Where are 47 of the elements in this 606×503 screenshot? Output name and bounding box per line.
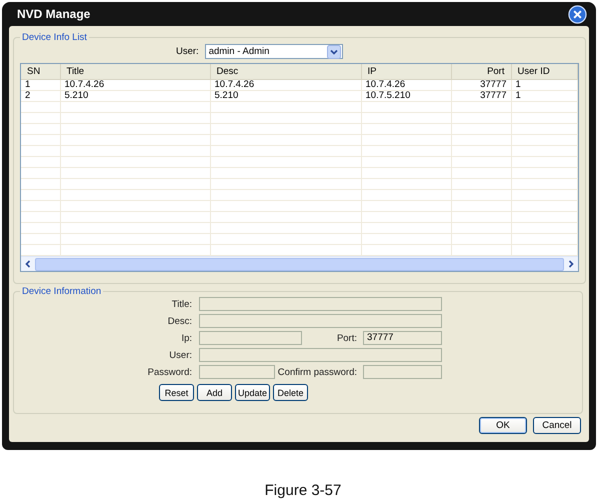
column-header[interactable]: IP (361, 64, 451, 80)
close-icon[interactable] (568, 4, 587, 24)
dialog-button[interactable]: OK (479, 417, 527, 434)
scrollbar-thumb[interactable] (35, 258, 564, 270)
form-button[interactable]: Reset (159, 384, 194, 401)
table-cell: 10.7.5.210 (361, 90, 451, 102)
figure-caption: Figure 3-57 (264, 482, 342, 499)
table-cell: 1 (511, 90, 578, 102)
table-cell: 2 (21, 90, 60, 102)
table-cell: 10.7.4.26 (60, 80, 210, 90)
table-cell: 1 (511, 80, 578, 90)
ip-field[interactable] (199, 331, 302, 345)
column-header[interactable]: SN (21, 64, 60, 80)
form-button[interactable]: Delete (273, 384, 308, 401)
port-label: Port: (336, 332, 358, 344)
table-cell: 5.210 (210, 90, 361, 102)
user-label: User: (176, 46, 199, 57)
table-cell: 1 (21, 80, 60, 90)
dialog-button[interactable]: Cancel (533, 417, 581, 434)
desc-label: Desc: (166, 316, 193, 326)
port-field[interactable]: 37777 (363, 331, 442, 345)
table-cell: 10.7.4.26 (361, 80, 451, 90)
title-label: Title: (170, 298, 193, 310)
table-cell: 10.7.4.26 (210, 80, 361, 90)
column-header[interactable]: Desc (210, 64, 361, 80)
table-cell: 5.210 (60, 90, 210, 102)
desc-field[interactable] (199, 314, 442, 328)
password-label: Password: (146, 366, 193, 378)
form-button[interactable]: Update (235, 384, 270, 401)
group-legend: Device Information (20, 286, 104, 297)
form-button[interactable]: Add (197, 384, 232, 401)
window-title: NVD Manage (17, 7, 90, 21)
horizontal-scrollbar[interactable] (21, 256, 578, 271)
table-cell: 37777 (451, 90, 511, 102)
column-header[interactable]: User ID (511, 64, 578, 80)
user-field[interactable] (199, 348, 442, 362)
user-dropdown[interactable]: admin - Admin (204, 44, 343, 59)
column-header[interactable]: Title (60, 64, 210, 80)
confirm-password-field[interactable] (363, 365, 442, 379)
user-label: User: (168, 350, 193, 360)
table-cell: 37777 (451, 80, 511, 90)
group-legend: Device Info List (20, 32, 89, 43)
confirm-password-label: Confirm password: (276, 366, 358, 378)
column-header[interactable]: Port (451, 64, 511, 80)
title-field[interactable] (199, 297, 442, 311)
password-field[interactable] (199, 365, 275, 379)
ip-label: Ip: (180, 332, 193, 344)
